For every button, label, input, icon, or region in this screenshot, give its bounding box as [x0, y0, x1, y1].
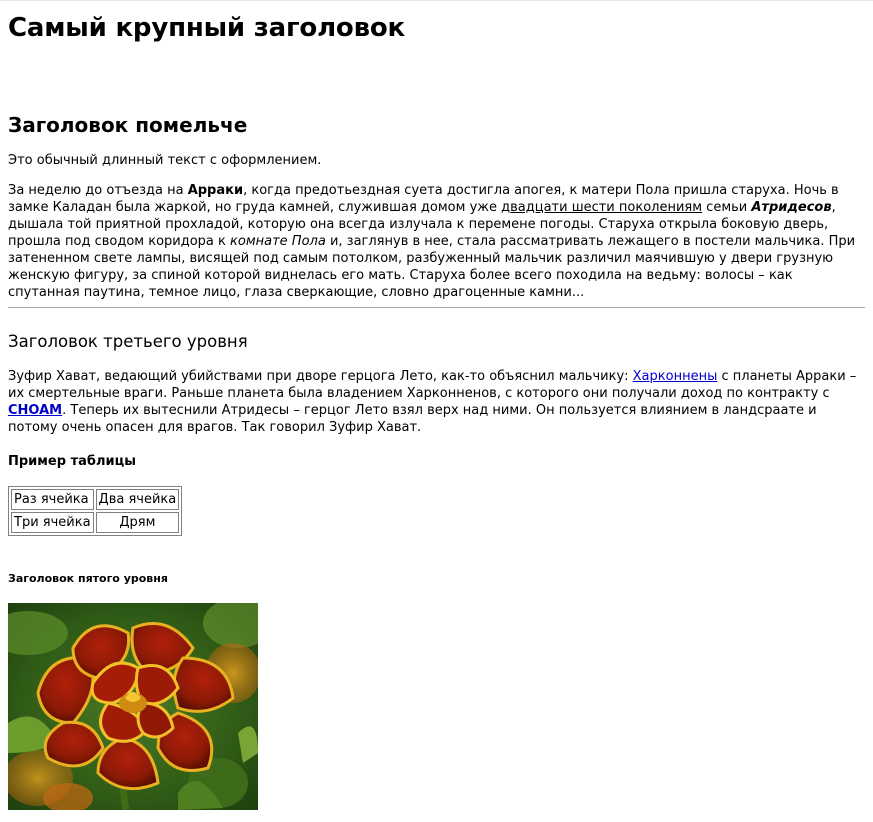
table-cell: Два ячейка — [95, 489, 180, 510]
plain-paragraph: Это обычный длинный текст с оформлением. — [8, 153, 322, 168]
table-row: Три ячейка Дрям — [11, 512, 180, 533]
italic-pauls-room: комнате Пола — [230, 234, 326, 249]
heading-level-4: Пример таблицы — [8, 454, 136, 469]
harkonnen-link[interactable]: Харконнены — [633, 369, 718, 384]
heading-level-5: Заголовок пятого уровня — [8, 572, 168, 585]
sample-table: Раз ячейка Два ячейка Три ячейка Дрям — [8, 486, 183, 536]
table-cell: Дрям — [95, 512, 180, 533]
top-border — [0, 0, 873, 1]
heading-level-1: Самый крупный заголовок — [8, 13, 405, 43]
choam-link[interactable]: CHOAM — [8, 403, 62, 418]
hawat-text: . Теперь их вытеснили Атридесы – герцог … — [8, 403, 817, 435]
story-text: За неделю до отъезда на — [8, 183, 188, 198]
heading-level-2: Заголовок помельче — [8, 113, 248, 137]
hawat-paragraph: Зуфир Хават, ведающий убийствами при дво… — [8, 368, 866, 436]
table-row: Раз ячейка Два ячейка — [11, 489, 180, 510]
table-cell: Раз ячейка — [11, 489, 94, 510]
heading-level-3: Заголовок третьего уровня — [8, 332, 248, 351]
story-paragraph: За неделю до отъезда на Арраки, когда пр… — [8, 182, 866, 301]
generations-link[interactable]: двадцати шести поколениям — [501, 200, 702, 215]
horizontal-rule — [8, 307, 865, 308]
marigold-image — [8, 603, 258, 810]
bold-word-arraki: Арраки — [187, 183, 244, 198]
hawat-text: Зуфир Хават, ведающий убийствами при дво… — [8, 369, 633, 384]
table-cell: Три ячейка — [11, 512, 94, 533]
story-text: семьи — [702, 200, 752, 215]
bold-italic-atrides: Атридесов — [751, 200, 832, 215]
